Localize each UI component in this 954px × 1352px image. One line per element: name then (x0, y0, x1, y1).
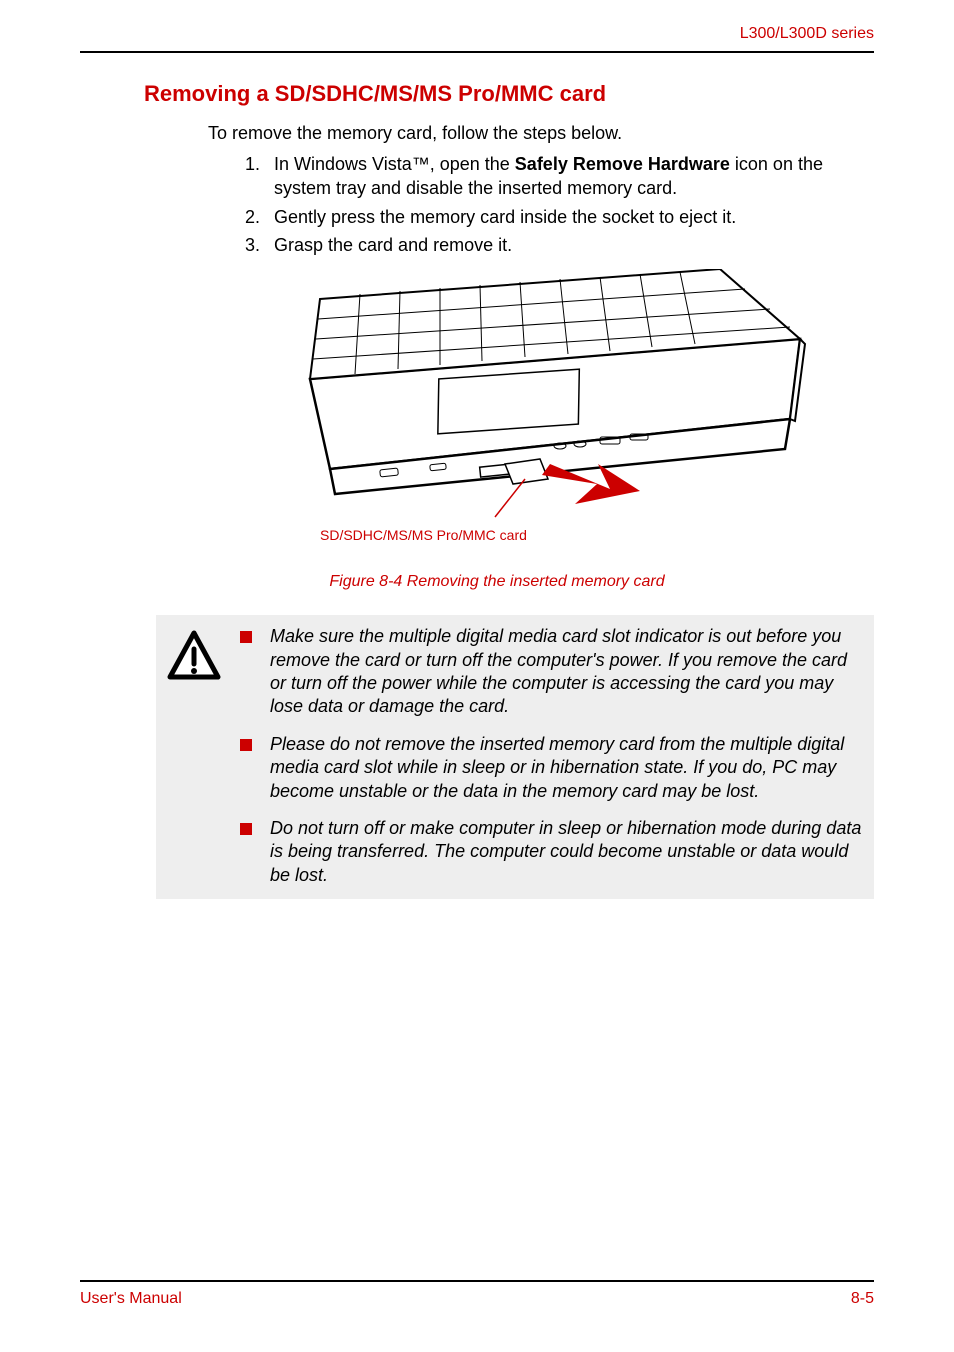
footer-rule (80, 1280, 874, 1282)
caution-item: Do not turn off or make computer in slee… (240, 817, 864, 887)
caution-box: Make sure the multiple digital media car… (156, 615, 874, 899)
caution-item: Please do not remove the inserted memory… (240, 733, 864, 803)
warning-icon (166, 629, 222, 685)
step-text: Gently press the memory card inside the … (260, 205, 736, 229)
step-text: In Windows Vista™, open the Safely Remov… (260, 152, 874, 201)
footer: User's Manual 8-5 (80, 1280, 874, 1308)
step-number: 1. (230, 152, 260, 201)
step-text: Grasp the card and remove it. (260, 233, 512, 257)
bullet-icon (240, 739, 252, 751)
caution-text: Please do not remove the inserted memory… (270, 733, 864, 803)
section-intro: To remove the memory card, follow the st… (208, 123, 874, 144)
footer-right: 8-5 (851, 1290, 874, 1308)
step-text-prefix: In Windows Vista™, open the (274, 154, 515, 174)
step-item: 1. In Windows Vista™, open the Safely Re… (230, 152, 874, 201)
header-rule (80, 51, 874, 53)
caution-list: Make sure the multiple digital media car… (240, 625, 864, 887)
bullet-icon (240, 823, 252, 835)
step-item: 2. Gently press the memory card inside t… (230, 205, 874, 229)
footer-left: User's Manual (80, 1290, 182, 1308)
step-item: 3. Grasp the card and remove it. (230, 233, 874, 257)
figure-container: SD/SDHC/MS/MS Pro/MMC card (300, 269, 810, 543)
figure-caption: Figure 8-4 Removing the inserted memory … (160, 573, 834, 591)
caution-text: Make sure the multiple digital media car… (270, 625, 864, 719)
bullet-icon (240, 631, 252, 643)
header-series-label: L300/L300D series (80, 25, 874, 43)
steps-list: 1. In Windows Vista™, open the Safely Re… (230, 152, 874, 257)
step-text-bold: Safely Remove Hardware (515, 154, 730, 174)
caution-text: Do not turn off or make computer in slee… (270, 817, 864, 887)
caution-item: Make sure the multiple digital media car… (240, 625, 864, 719)
figure-label: SD/SDHC/MS/MS Pro/MMC card (320, 527, 810, 543)
step-number: 2. (230, 205, 260, 229)
section-title: Removing a SD/SDHC/MS/MS Pro/MMC card (144, 81, 874, 107)
laptop-illustration (300, 269, 810, 519)
step-number: 3. (230, 233, 260, 257)
